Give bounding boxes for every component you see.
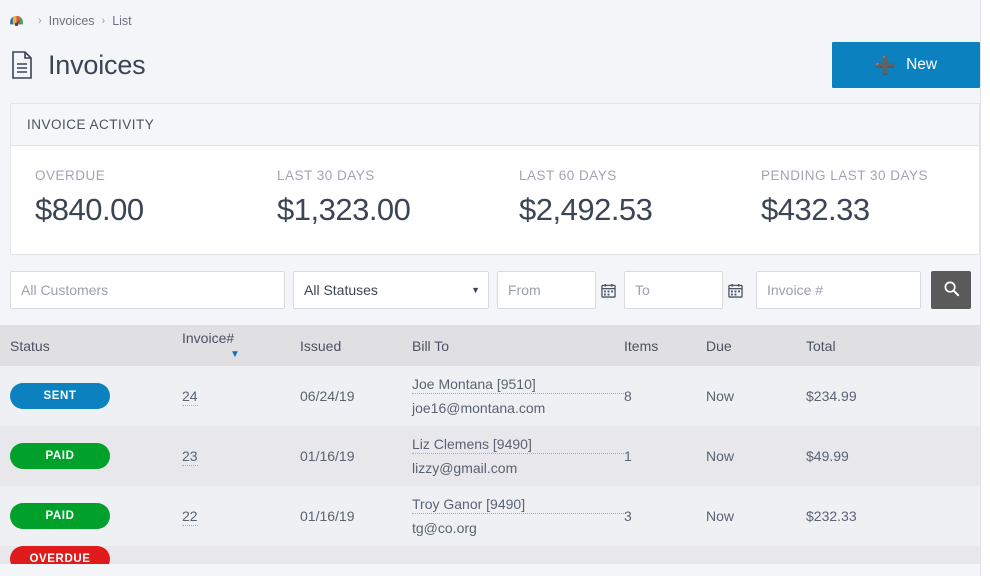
status-badge: OVERDUE — [10, 546, 110, 564]
search-button[interactable] — [931, 271, 971, 309]
invoices-page: › Invoices › List Invoices ➕ New INVOICE… — [0, 0, 990, 576]
table-row[interactable]: OVERDUE — [0, 546, 980, 564]
breadcrumb: › Invoices › List — [0, 0, 990, 30]
invoice-activity-title: INVOICE ACTIVITY — [11, 104, 979, 146]
column-header-status[interactable]: Status — [0, 338, 182, 354]
stat-last-60-days: LAST 60 DAYS $2,492.53 — [495, 168, 737, 228]
invoice-link[interactable]: 24 — [182, 388, 198, 406]
row-total-cell: $49.99 — [806, 448, 849, 464]
stat-overdue-value: $840.00 — [35, 192, 144, 227]
row-invoice-cell: 24 — [182, 388, 300, 406]
status-filter-select[interactable]: All Statuses — [293, 271, 489, 309]
row-items-cell: 1 — [624, 448, 632, 464]
date-to-wrapper — [624, 271, 743, 309]
stat-overdue: OVERDUE $840.00 — [11, 168, 253, 228]
row-status-cell: PAID — [0, 443, 182, 469]
status-filter-wrapper: All Statuses ▼ — [293, 271, 489, 309]
column-header-issued[interactable]: Issued — [300, 338, 412, 354]
stat-last-30-days-label: LAST 30 DAYS — [277, 168, 375, 183]
new-invoice-label: New — [906, 56, 938, 73]
row-issued-cell: 01/16/19 — [300, 448, 355, 464]
invoices-table: Status Invoice# ▼ Issued Bill To Items D… — [0, 325, 980, 564]
new-invoice-button[interactable]: ➕ New — [832, 42, 980, 88]
date-to-input[interactable] — [624, 271, 723, 309]
status-badge: PAID — [10, 503, 110, 529]
breadcrumb-separator: › — [38, 15, 42, 27]
row-status-cell: OVERDUE — [0, 546, 182, 564]
column-header-billto[interactable]: Bill To — [412, 338, 624, 354]
stat-pending-last-30-days-label: PENDING LAST 30 DAYS — [761, 168, 929, 183]
row-issued-cell: 06/24/19 — [300, 388, 355, 404]
stat-last-60-days-label: LAST 60 DAYS — [519, 168, 617, 183]
stat-last-60-days-value: $2,492.53 — [519, 192, 653, 227]
billto-name-link[interactable]: Joe Montana [9510] — [412, 376, 624, 394]
breadcrumb-separator-2: › — [101, 15, 106, 27]
billto-name-link[interactable]: Troy Ganor [9490] — [412, 496, 624, 514]
billto-name-link[interactable]: Liz Clemens [9490] — [412, 436, 624, 454]
breadcrumb-item-list[interactable]: List — [112, 14, 131, 28]
row-issued-cell: 01/16/19 — [300, 508, 355, 524]
billto-email: lizzy@gmail.com — [412, 460, 518, 476]
table-row[interactable]: PAID 23 01/16/19 Liz Clemens [9490] lizz… — [0, 426, 980, 486]
billto-email: tg@co.org — [412, 520, 477, 536]
row-due-cell: Now — [706, 388, 735, 404]
row-invoice-cell: 23 — [182, 448, 300, 466]
row-invoice-cell: 22 — [182, 508, 300, 526]
stat-last-30-days: LAST 30 DAYS $1,323.00 — [253, 168, 495, 228]
row-items-cell: 3 — [624, 508, 632, 524]
table-row[interactable]: PAID 22 01/16/19 Troy Ganor [9490] tg@co… — [0, 486, 980, 546]
billto-email: joe16@montana.com — [412, 400, 546, 416]
table-header-row: Status Invoice# ▼ Issued Bill To Items D… — [0, 325, 980, 366]
row-status-cell: SENT — [0, 383, 182, 409]
filter-bar: All Statuses ▼ — [10, 271, 980, 309]
column-header-invoice-label: Invoice# — [182, 329, 235, 346]
row-items-cell: 8 — [624, 388, 632, 404]
invoice-link[interactable]: 22 — [182, 508, 198, 526]
status-badge: PAID — [10, 443, 110, 469]
invoice-activity-panel: INVOICE ACTIVITY OVERDUE $840.00 LAST 30… — [10, 103, 980, 255]
row-billto-cell: Joe Montana [9510] joe16@montana.com — [412, 376, 624, 416]
invoice-activity-stats: OVERDUE $840.00 LAST 30 DAYS $1,323.00 L… — [11, 146, 979, 254]
row-due-cell: Now — [706, 448, 735, 464]
stat-overdue-label: OVERDUE — [35, 168, 106, 183]
row-billto-cell: Troy Ganor [9490] tg@co.org — [412, 496, 624, 536]
column-header-invoice[interactable]: Invoice# ▼ — [182, 330, 300, 362]
stat-pending-last-30-days-value: $432.33 — [761, 192, 870, 227]
dashboard-gauge-icon[interactable] — [8, 13, 25, 30]
column-header-due[interactable]: Due — [706, 338, 806, 354]
document-icon — [10, 51, 34, 79]
calendar-icon[interactable] — [601, 283, 616, 298]
invoice-link[interactable]: 23 — [182, 448, 198, 466]
page-header: Invoices ➕ New — [0, 30, 990, 92]
row-status-cell: PAID — [0, 503, 182, 529]
page-title-group: Invoices — [10, 49, 146, 81]
search-icon — [943, 280, 960, 300]
column-header-total[interactable]: Total — [806, 338, 980, 354]
page-title: Invoices — [48, 49, 146, 80]
row-due-cell: Now — [706, 508, 735, 524]
row-billto-cell: Liz Clemens [9490] lizzy@gmail.com — [412, 436, 624, 476]
date-from-wrapper — [497, 271, 616, 309]
date-from-input[interactable] — [497, 271, 596, 309]
customer-filter-input[interactable] — [10, 271, 285, 309]
invoice-number-input[interactable] — [756, 271, 921, 309]
page-right-edge — [980, 0, 990, 576]
plus-icon: ➕ — [874, 55, 897, 75]
stat-last-30-days-value: $1,323.00 — [277, 192, 411, 227]
calendar-icon-2[interactable] — [728, 283, 743, 298]
column-header-items[interactable]: Items — [624, 338, 706, 354]
row-total-cell: $232.33 — [806, 508, 857, 524]
status-badge: SENT — [10, 383, 110, 409]
table-row[interactable]: SENT 24 06/24/19 Joe Montana [9510] joe1… — [0, 366, 980, 426]
caret-down-icon[interactable]: ▼ — [230, 349, 240, 360]
stat-pending-last-30-days: PENDING LAST 30 DAYS $432.33 — [737, 168, 979, 228]
row-total-cell: $234.99 — [806, 388, 857, 404]
breadcrumb-item-invoices[interactable]: Invoices — [49, 14, 95, 28]
